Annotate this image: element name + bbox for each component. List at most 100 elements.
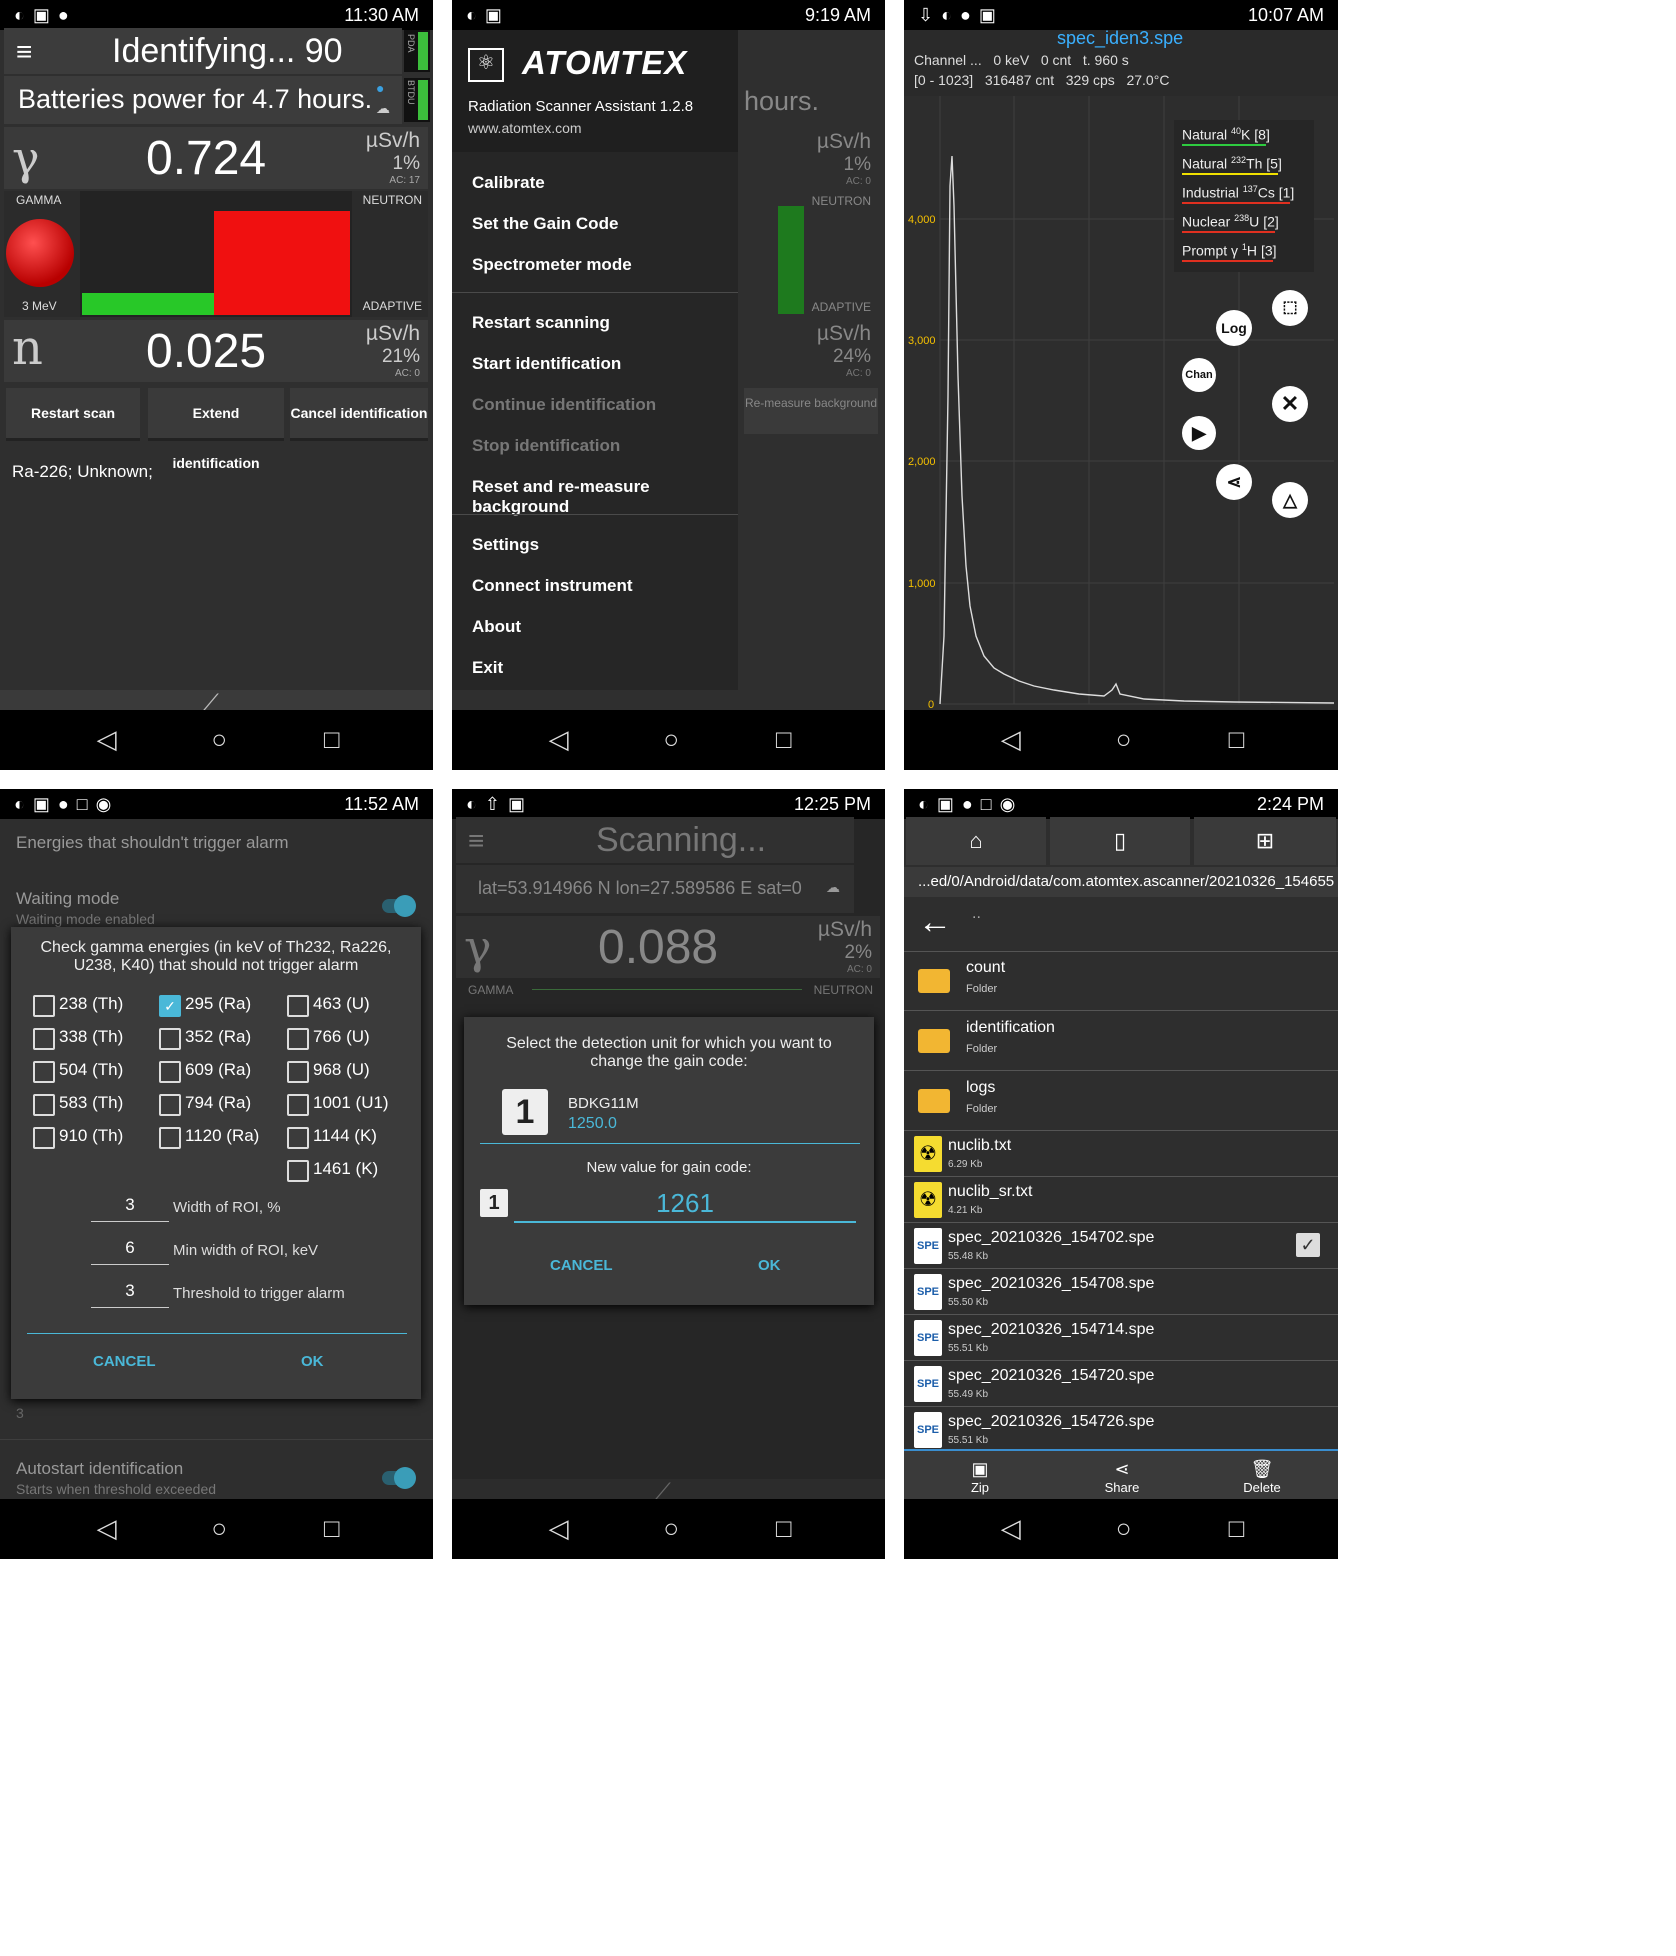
share-icon[interactable]: ⋖ bbox=[1216, 464, 1252, 500]
menu-reset-background[interactable]: Reset and re-measure background bbox=[472, 477, 738, 517]
menu-calibrate[interactable]: Calibrate bbox=[472, 173, 545, 193]
energy-checkbox[interactable] bbox=[33, 1061, 55, 1083]
close-icon[interactable]: ✕ bbox=[1272, 386, 1308, 422]
energy-checkbox[interactable] bbox=[287, 1028, 309, 1050]
menu-set-gain-code[interactable]: Set the Gain Code bbox=[472, 214, 618, 234]
autostart-toggle[interactable] bbox=[382, 1467, 416, 1489]
recents-icon[interactable]: □ bbox=[1216, 724, 1256, 755]
home-icon[interactable]: ○ bbox=[199, 724, 239, 755]
spectrum-file-name: spec_iden3.spe bbox=[1057, 28, 1184, 48]
legend-item[interactable]: Industrial 137Cs [1] bbox=[1182, 184, 1294, 204]
cancel-identification-button[interactable]: Cancel identification bbox=[290, 388, 428, 441]
legend-item[interactable]: Natural 232Th [5] bbox=[1182, 155, 1282, 175]
file-row[interactable]: ☢ nuclib.txt 6.29 Kb bbox=[904, 1131, 1338, 1177]
energy-checkbox[interactable] bbox=[287, 1061, 309, 1083]
energy-checkbox[interactable] bbox=[159, 1094, 181, 1116]
menu-start-identification[interactable]: Start identification bbox=[472, 354, 621, 374]
zip-button[interactable]: ▣ Zip bbox=[960, 1459, 1000, 1495]
menu-icon[interactable]: ≡ bbox=[16, 36, 32, 68]
file-row[interactable]: SPE spec_20210326_154720.spe 55.49 Kb bbox=[904, 1361, 1338, 1407]
file-row[interactable]: SPE spec_20210326_154708.spe 55.50 Kb bbox=[904, 1269, 1338, 1315]
delete-button[interactable]: 🗑 Delete bbox=[1240, 1459, 1284, 1495]
energy-checkbox[interactable] bbox=[159, 1061, 181, 1083]
gain-code-input[interactable]: 1261 bbox=[514, 1185, 856, 1223]
zoom-fit-button[interactable]: ⬚ bbox=[1272, 290, 1308, 326]
recents-icon[interactable]: □ bbox=[764, 724, 804, 755]
recents-icon[interactable]: □ bbox=[312, 1513, 352, 1544]
file-selected-checkbox[interactable]: ✓ bbox=[1296, 1233, 1320, 1257]
home-icon[interactable]: ○ bbox=[651, 1513, 691, 1544]
folder-row[interactable]: identification Folder bbox=[904, 1011, 1338, 1071]
legend-count: [2] bbox=[1263, 213, 1279, 230]
energy-checkbox[interactable] bbox=[33, 1028, 55, 1050]
home-icon[interactable]: ○ bbox=[1104, 724, 1144, 755]
roi-width-label: Width of ROI, % bbox=[173, 1199, 281, 1216]
energy-checkbox[interactable] bbox=[33, 1127, 55, 1149]
energy-checkbox[interactable] bbox=[33, 1094, 55, 1116]
energy-checkbox[interactable] bbox=[287, 995, 309, 1017]
new-folder-tab[interactable]: ⊞ bbox=[1194, 817, 1336, 865]
roi-width-field[interactable]: 3 bbox=[91, 1195, 169, 1222]
ok-button[interactable]: OK bbox=[301, 1353, 324, 1370]
unit-number-badge: 1 bbox=[502, 1089, 548, 1135]
cancel-button[interactable]: CANCEL bbox=[93, 1353, 156, 1370]
menu-connect-instrument[interactable]: Connect instrument bbox=[472, 576, 633, 596]
parent-dir-row[interactable]: ← .. bbox=[904, 897, 1338, 952]
new-value-label: New value for gain code: bbox=[586, 1159, 752, 1176]
folder-icon bbox=[918, 1029, 950, 1053]
back-icon[interactable]: ◁ bbox=[87, 1513, 127, 1544]
home-icon[interactable]: ○ bbox=[199, 1513, 239, 1544]
legend-item[interactable]: Prompt γ 1H [3] bbox=[1182, 242, 1277, 262]
menu-exit[interactable]: Exit bbox=[472, 658, 503, 678]
file-row[interactable]: ☢ nuclib_sr.txt 4.21 Kb bbox=[904, 1177, 1338, 1223]
energy-checkbox[interactable] bbox=[287, 1094, 309, 1116]
legend-item[interactable]: Nuclear 238U [2] bbox=[1182, 213, 1279, 233]
screen-menu: ◐▣ 9:19 AM hours. µSv/h 1% AC: 0 NEUTRON … bbox=[452, 0, 885, 770]
device-tab[interactable]: ▯ bbox=[1050, 817, 1190, 865]
file-row[interactable]: SPE spec_20210326_154702.spe 55.48 Kb ✓ bbox=[904, 1223, 1338, 1269]
menu-restart-scanning[interactable]: Restart scanning bbox=[472, 313, 610, 333]
file-row[interactable]: SPE spec_20210326_154714.spe 55.51 Kb bbox=[904, 1315, 1338, 1361]
ok-button[interactable]: OK bbox=[758, 1257, 781, 1274]
menu-icon[interactable]: ≡ bbox=[468, 825, 484, 857]
legend-item[interactable]: Natural 40K [8] bbox=[1182, 126, 1270, 146]
svg-text:1,000: 1,000 bbox=[908, 578, 936, 590]
threshold-field[interactable]: 3 bbox=[91, 1281, 169, 1308]
page-title: Scanning... bbox=[596, 821, 767, 859]
min-roi-field[interactable]: 6 bbox=[91, 1238, 169, 1265]
home-icon[interactable]: ○ bbox=[1104, 1513, 1144, 1544]
recents-icon[interactable]: □ bbox=[1216, 1513, 1256, 1544]
menu-settings[interactable]: Settings bbox=[472, 535, 539, 555]
folder-row[interactable]: logs Folder bbox=[904, 1071, 1338, 1131]
recents-icon[interactable]: □ bbox=[312, 724, 352, 755]
share-button[interactable]: ⋖ Share bbox=[1100, 1459, 1144, 1495]
folder-row[interactable]: count Folder bbox=[904, 951, 1338, 1011]
back-icon[interactable]: ◁ bbox=[87, 724, 127, 755]
energy-checkbox[interactable] bbox=[287, 1160, 309, 1182]
peak-icon[interactable]: △ bbox=[1272, 482, 1308, 518]
cancel-button[interactable]: CANCEL bbox=[550, 1257, 613, 1274]
back-icon[interactable]: ◁ bbox=[991, 724, 1031, 755]
home-tab[interactable]: ⌂ bbox=[906, 817, 1046, 865]
menu-spectrometer-mode[interactable]: Spectrometer mode bbox=[472, 255, 632, 275]
play-icon[interactable]: ▶ bbox=[1182, 416, 1216, 450]
back-icon[interactable]: ◁ bbox=[539, 724, 579, 755]
back-icon[interactable]: ◁ bbox=[539, 1513, 579, 1544]
extend-identification-button[interactable]: Extend identification bbox=[148, 388, 284, 471]
log-scale-button[interactable]: Log bbox=[1216, 310, 1252, 346]
waiting-mode-toggle[interactable] bbox=[382, 895, 416, 917]
energy-checkbox[interactable] bbox=[33, 995, 55, 1017]
menu-about[interactable]: About bbox=[472, 617, 521, 637]
energy-checkbox[interactable] bbox=[287, 1127, 309, 1149]
channel-button[interactable]: Chan bbox=[1182, 358, 1216, 392]
back-icon[interactable]: ◁ bbox=[991, 1513, 1031, 1544]
energy-checkbox[interactable]: ✓ bbox=[159, 995, 181, 1017]
restart-scan-button[interactable]: Restart scan bbox=[6, 388, 140, 441]
recents-icon[interactable]: □ bbox=[764, 1513, 804, 1544]
home-icon[interactable]: ○ bbox=[651, 724, 691, 755]
legend-count: [8] bbox=[1254, 126, 1270, 143]
file-row[interactable]: SPE spec_20210326_154726.spe 55.51 Kb bbox=[904, 1407, 1338, 1453]
folder-type: Folder bbox=[966, 1103, 998, 1115]
energy-checkbox[interactable] bbox=[159, 1127, 181, 1149]
energy-checkbox[interactable] bbox=[159, 1028, 181, 1050]
